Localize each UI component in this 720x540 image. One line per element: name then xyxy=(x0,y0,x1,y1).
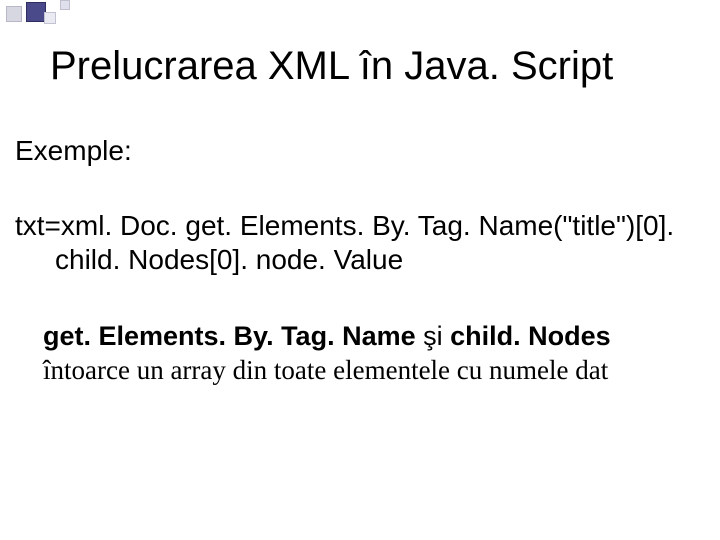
code-line-1: txt=xml. Doc. get. Elements. By. Tag. Na… xyxy=(15,209,705,243)
description: get. Elements. By. Tag. Name şi child. N… xyxy=(15,320,705,388)
code-example: txt=xml. Doc. get. Elements. By. Tag. Na… xyxy=(15,209,705,276)
code-line-2: child. Nodes[0]. node. Value xyxy=(15,243,705,277)
deco-square xyxy=(26,2,46,22)
term-childnodes: child. Nodes xyxy=(450,321,611,351)
term-getelements: get. Elements. By. Tag. Name xyxy=(43,321,416,351)
slide-title: Prelucrarea XML în Java. Script xyxy=(50,44,690,89)
deco-square xyxy=(60,0,70,10)
deco-square xyxy=(44,12,56,24)
description-connector: şi xyxy=(416,321,451,351)
examples-label: Exemple: xyxy=(15,135,705,167)
corner-decoration xyxy=(0,0,120,32)
description-line-1: get. Elements. By. Tag. Name şi child. N… xyxy=(43,320,705,354)
slide: Prelucrarea XML în Java. Script Exemple:… xyxy=(0,0,720,540)
slide-body: Exemple: txt=xml. Doc. get. Elements. By… xyxy=(15,135,705,388)
description-line-2: întoarce un array din toate elementele c… xyxy=(43,354,705,388)
deco-square xyxy=(6,6,22,22)
